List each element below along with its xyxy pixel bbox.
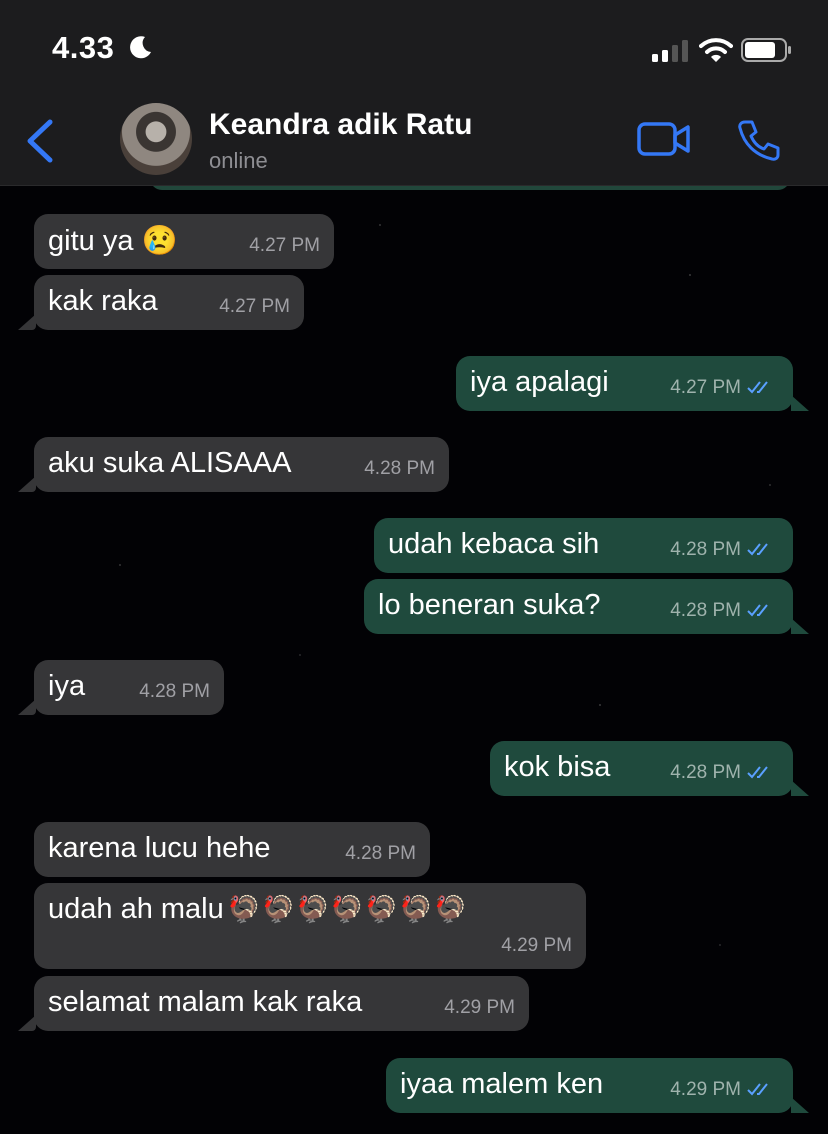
- wifi-icon: [699, 38, 733, 62]
- contact-name[interactable]: Keandra adik Ratu: [209, 108, 472, 142]
- phone-icon[interactable]: [737, 118, 781, 162]
- chevron-left-icon[interactable]: [24, 118, 56, 164]
- message-text: lo beneran suka?: [378, 589, 601, 621]
- message-text: karena lucu hehe: [48, 832, 271, 864]
- read-ticks-icon: [747, 381, 768, 394]
- message-out[interactable]: lo beneran suka? 4.28 PM: [364, 579, 793, 634]
- video-camera-icon[interactable]: [636, 118, 692, 160]
- message-text: aku suka ALISAAA: [48, 447, 292, 479]
- message-text: gitu ya 😢: [48, 225, 178, 257]
- message-in[interactable]: gitu ya 😢 4.27 PM: [34, 214, 334, 269]
- turkey-emoji-group: 🦃🦃🦃🦃🦃🦃🦃: [227, 894, 469, 924]
- message-in[interactable]: selamat malam kak raka 4.29 PM: [34, 976, 529, 1031]
- message-text: kak raka: [48, 285, 158, 317]
- status-time: 4.33: [52, 30, 115, 65]
- message-time: 4.28 PM: [670, 539, 775, 561]
- message-in[interactable]: udah ah malu 🦃🦃🦃🦃🦃🦃🦃 4.29 PM: [34, 883, 586, 969]
- read-ticks-icon: [747, 604, 768, 617]
- battery-icon: [741, 38, 791, 62]
- message-time: 4.27 PM: [670, 377, 775, 399]
- contact-status: online: [209, 148, 268, 173]
- read-ticks-icon: [747, 543, 768, 556]
- message-in[interactable]: aku suka ALISAAA 4.28 PM: [34, 437, 449, 492]
- read-ticks-icon: [747, 766, 768, 779]
- message-out[interactable]: kok bisa 4.28 PM: [490, 741, 793, 796]
- message-text: iya: [48, 670, 86, 702]
- message-time: 4.29 PM: [501, 935, 572, 956]
- message-time: 4.27 PM: [249, 235, 320, 256]
- message-time: 4.28 PM: [364, 458, 435, 479]
- message-time: 4.28 PM: [139, 681, 210, 702]
- message-time: 4.29 PM: [670, 1079, 775, 1101]
- message-time: 4.29 PM: [444, 997, 515, 1018]
- message-in[interactable]: kak raka 4.27 PM: [34, 275, 304, 330]
- message-in[interactable]: karena lucu hehe 4.28 PM: [34, 822, 430, 877]
- message-out[interactable]: iyaa malem ken 4.29 PM: [386, 1058, 793, 1113]
- message-out[interactable]: udah kebaca sih 4.28 PM: [374, 518, 793, 573]
- message-in[interactable]: iya 4.28 PM: [34, 660, 224, 715]
- message-time: 4.28 PM: [345, 843, 416, 864]
- chat-header: 4.33 Keandra adik Ratu online: [0, 0, 828, 186]
- message-text: udah ah malu: [48, 893, 224, 925]
- message-text: udah kebaca sih: [388, 528, 600, 560]
- message-time: 4.28 PM: [670, 762, 775, 784]
- message-text: iyaa malem ken: [400, 1068, 604, 1100]
- avatar[interactable]: [120, 103, 192, 175]
- message-text: iya apalagi: [470, 366, 609, 398]
- message-text: selamat malam kak raka: [48, 986, 363, 1018]
- message-out[interactable]: iya apalagi 4.27 PM: [456, 356, 793, 411]
- cellular-signal-icon: [652, 40, 688, 62]
- message-time: 4.27 PM: [219, 296, 290, 317]
- read-ticks-icon: [747, 1083, 768, 1096]
- moon-icon: [130, 36, 151, 59]
- message-text: kok bisa: [504, 751, 611, 783]
- message-time: 4.28 PM: [670, 600, 775, 622]
